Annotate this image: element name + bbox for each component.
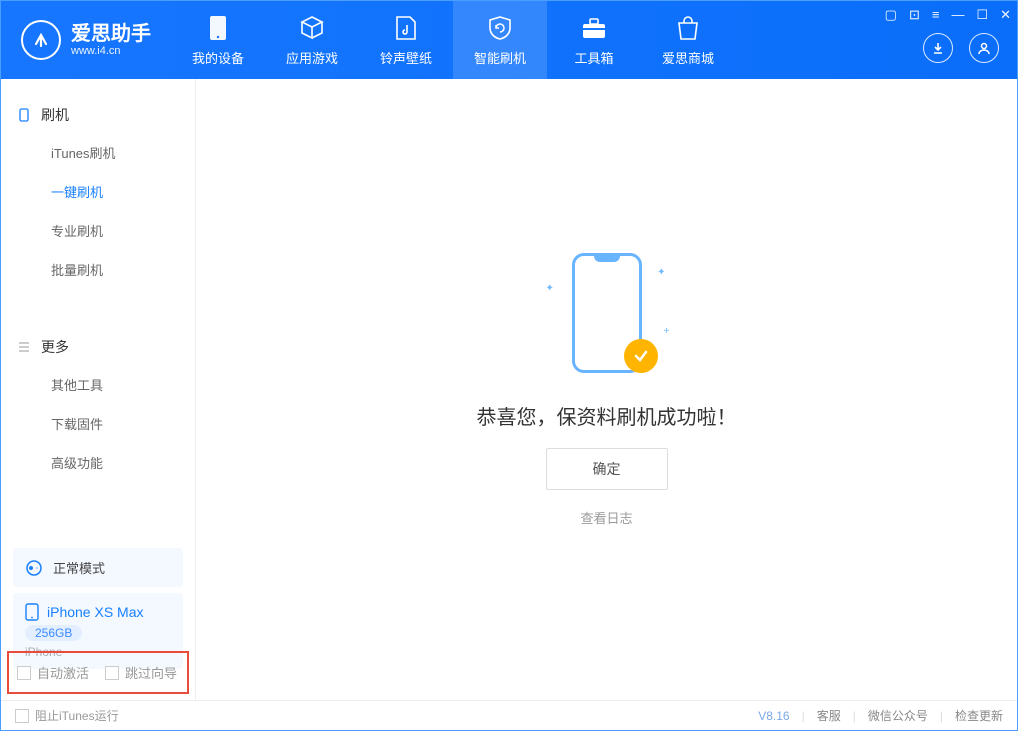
maximize-icon[interactable]: ☐	[976, 7, 988, 23]
logo-icon	[21, 20, 61, 60]
nav-label: 我的设备	[192, 48, 244, 67]
sidebar-item-batch-flash[interactable]: 批量刷机	[1, 250, 195, 289]
skip-guide-checkbox[interactable]: 跳过向导	[105, 663, 177, 682]
user-icon[interactable]	[969, 33, 999, 63]
window-controls: ▢ ⊡ ≡ — ☐ ✕	[885, 7, 1011, 23]
phone-icon	[204, 14, 232, 42]
bag-icon	[674, 14, 702, 42]
nav-my-device[interactable]: 我的设备	[171, 1, 265, 79]
sidebar-item-pro-flash[interactable]: 专业刷机	[1, 211, 195, 250]
minimize-icon[interactable]: —	[951, 7, 964, 23]
cube-icon	[298, 14, 326, 42]
shield-refresh-icon	[486, 14, 514, 42]
sidebar-item-oneclick-flash[interactable]: 一键刷机	[1, 172, 195, 211]
phone-small-icon	[25, 603, 39, 621]
skin-icon[interactable]: ▢	[885, 7, 897, 23]
mode-icon	[25, 559, 43, 577]
sidebar-group-label: 更多	[41, 337, 69, 357]
sidebar-item-itunes-flash[interactable]: iTunes刷机	[1, 133, 195, 172]
header-right-icons	[923, 33, 999, 63]
device-capacity: 256GB	[25, 625, 82, 641]
nav-label: 爱思商城	[662, 48, 714, 67]
nav-label: 铃声壁纸	[380, 48, 432, 67]
nav-label: 应用游戏	[286, 48, 338, 67]
download-icon[interactable]	[923, 33, 953, 63]
nav-label: 智能刷机	[474, 48, 526, 67]
nav-smart-flash[interactable]: 智能刷机	[453, 1, 547, 79]
sidebar-item-other-tools[interactable]: 其他工具	[1, 365, 195, 404]
sidebar-group-flash: 刷机	[1, 97, 195, 133]
nav-ringtone-wallpaper[interactable]: 铃声壁纸	[359, 1, 453, 79]
check-update-link[interactable]: 检查更新	[955, 707, 1003, 724]
checkbox-label: 自动激活	[37, 663, 89, 682]
checkbox-label: 阻止iTunes运行	[35, 707, 119, 724]
nav-label: 工具箱	[574, 48, 613, 67]
sidebar-item-download-firmware[interactable]: 下载固件	[1, 404, 195, 443]
device-icon	[17, 108, 31, 122]
top-nav: 我的设备 应用游戏 铃声壁纸 智能刷机 工具箱 爱思商城	[171, 1, 735, 79]
app-name: 爱思助手	[71, 23, 151, 45]
nav-store[interactable]: 爱思商城	[641, 1, 735, 79]
device-name: iPhone XS Max	[47, 604, 144, 620]
nav-apps-games[interactable]: 应用游戏	[265, 1, 359, 79]
feedback-icon[interactable]: ⊡	[909, 7, 920, 23]
nav-toolbox[interactable]: 工具箱	[547, 1, 641, 79]
device-mode-box[interactable]: 正常模式	[13, 548, 183, 587]
check-badge-icon	[624, 339, 658, 373]
checkbox-label: 跳过向导	[125, 663, 177, 682]
block-itunes-checkbox[interactable]: 阻止iTunes运行	[15, 707, 119, 724]
ok-button[interactable]: 确定	[546, 448, 668, 490]
logo-area: 爱思助手 www.i4.cn	[1, 20, 171, 60]
app-header: 爱思助手 www.i4.cn 我的设备 应用游戏 铃声壁纸 智能刷机 工具箱 爱…	[1, 1, 1017, 79]
main-content: ✦✦+ 恭喜您，保资料刷机成功啦！ 确定 查看日志	[196, 79, 1017, 700]
status-bar: 阻止iTunes运行 V8.16 | 客服 | 微信公众号 | 检查更新	[1, 700, 1017, 730]
auto-activate-checkbox[interactable]: 自动激活	[17, 663, 89, 682]
sidebar-group-more: 更多	[1, 329, 195, 365]
wechat-link[interactable]: 微信公众号	[868, 707, 928, 724]
success-illustration: ✦✦+	[552, 253, 662, 383]
music-file-icon	[392, 14, 420, 42]
sidebar-item-advanced[interactable]: 高级功能	[1, 443, 195, 482]
close-icon[interactable]: ✕	[1000, 7, 1011, 23]
list-icon	[17, 340, 31, 354]
service-link[interactable]: 客服	[817, 707, 841, 724]
menu-icon[interactable]: ≡	[932, 7, 940, 23]
highlighted-options: 自动激活 跳过向导	[7, 651, 189, 694]
version-text: V8.16	[758, 709, 789, 723]
toolbox-icon	[580, 14, 608, 42]
sidebar: 刷机 iTunes刷机 一键刷机 专业刷机 批量刷机 更多 其他工具 下载固件 …	[1, 79, 196, 700]
sidebar-group-label: 刷机	[41, 105, 69, 125]
app-site: www.i4.cn	[71, 45, 151, 57]
device-mode-text: 正常模式	[53, 558, 105, 577]
success-message: 恭喜您，保资料刷机成功啦！	[477, 401, 737, 430]
view-log-link[interactable]: 查看日志	[580, 508, 632, 527]
